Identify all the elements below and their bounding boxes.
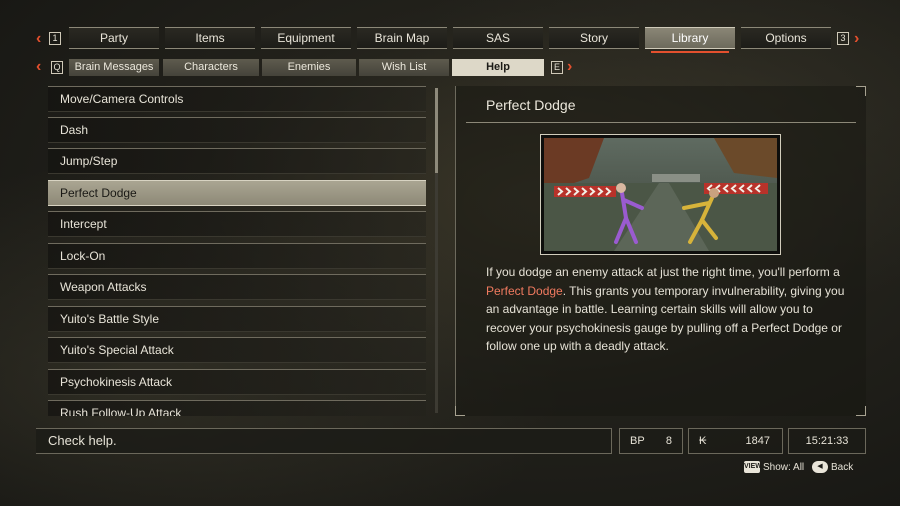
currency-counter: ₭ 1847: [688, 428, 783, 454]
description-text: If you dodge an enemy attack at just the…: [486, 265, 840, 279]
tab-sas[interactable]: SAS: [453, 27, 543, 49]
show-all-hint[interactable]: Show: All: [763, 461, 804, 475]
subtab-wish-list[interactable]: Wish List: [359, 59, 449, 76]
subtab-brain-messages[interactable]: Brain Messages: [69, 59, 159, 76]
next-tab-key: 3: [837, 32, 849, 45]
prev-subtab-arrow-icon[interactable]: ‹: [36, 59, 41, 75]
subtab-enemies[interactable]: Enemies: [262, 59, 356, 76]
list-item[interactable]: Rush Follow-Up Attack: [48, 400, 426, 416]
description-keyword: Perfect Dodge: [486, 283, 563, 298]
view-button-icon: VIEW: [744, 461, 762, 473]
help-detail-panel: Perfect Dodge If you dodge an enemy atta…: [455, 86, 866, 416]
tab-equipment[interactable]: Equipment: [261, 27, 351, 49]
back-button-icon: ◀: [812, 461, 828, 473]
list-scrollbar-thumb[interactable]: [435, 88, 438, 173]
play-time: 15:21:33: [788, 428, 866, 454]
list-item[interactable]: Weapon Attacks: [48, 274, 426, 300]
tutorial-image: [540, 134, 781, 255]
list-item[interactable]: Yuito's Battle Style: [48, 306, 426, 332]
bp-value: 8: [665, 435, 672, 447]
play-time-value: 15:21:33: [805, 435, 849, 447]
list-item[interactable]: Move/Camera Controls: [48, 86, 426, 112]
list-item[interactable]: Psychokinesis Attack: [48, 369, 426, 395]
list-item[interactable]: Lock-On: [48, 243, 426, 269]
frame-corner: [856, 406, 866, 416]
detail-description: If you dodge an enemy attack at just the…: [486, 263, 846, 356]
next-subtab-key: E: [551, 61, 563, 74]
bp-counter: BP 8: [619, 428, 683, 454]
prev-tab-arrow-icon[interactable]: ‹: [36, 31, 41, 47]
list-item[interactable]: Intercept: [48, 211, 426, 237]
library-sub-tabs: ‹ Q Brain Messages Characters Enemies Wi…: [36, 59, 596, 77]
subtab-characters[interactable]: Characters: [163, 59, 259, 76]
tab-items[interactable]: Items: [165, 27, 255, 49]
main-menu-tabs: ‹ 1 Party Items Equipment Brain Map SAS …: [36, 27, 866, 53]
help-text: Check help.: [48, 433, 117, 448]
list-item[interactable]: Yuito's Special Attack: [48, 337, 426, 363]
currency-value: 1847: [745, 435, 770, 447]
tab-library[interactable]: Library: [645, 27, 735, 53]
prev-tab-key: 1: [49, 32, 61, 45]
currency-icon: ₭: [699, 435, 707, 447]
bp-label: BP: [630, 435, 645, 447]
frame-corner: [455, 406, 465, 416]
detail-title: Perfect Dodge: [486, 97, 576, 113]
list-item-selected[interactable]: Perfect Dodge: [48, 180, 426, 206]
tab-brain-map[interactable]: Brain Map: [357, 27, 447, 49]
tab-options[interactable]: Options: [741, 27, 831, 49]
help-topic-list: Move/Camera Controls Dash Jump/Step Perf…: [48, 86, 430, 416]
back-hint[interactable]: Back: [831, 461, 853, 475]
title-divider: [466, 122, 856, 123]
list-item[interactable]: Dash: [48, 117, 426, 143]
next-tab-arrow-icon[interactable]: ›: [854, 31, 859, 47]
list-item[interactable]: Jump/Step: [48, 148, 426, 174]
tab-story[interactable]: Story: [549, 27, 639, 49]
tab-party[interactable]: Party: [69, 27, 159, 49]
prev-subtab-key: Q: [51, 61, 63, 74]
perfect-dodge-scene-image: [544, 138, 777, 251]
next-subtab-arrow-icon[interactable]: ›: [567, 59, 572, 75]
help-text-bar: Check help.: [36, 428, 612, 454]
subtab-help[interactable]: Help: [452, 59, 544, 76]
frame-corner: [856, 86, 866, 96]
